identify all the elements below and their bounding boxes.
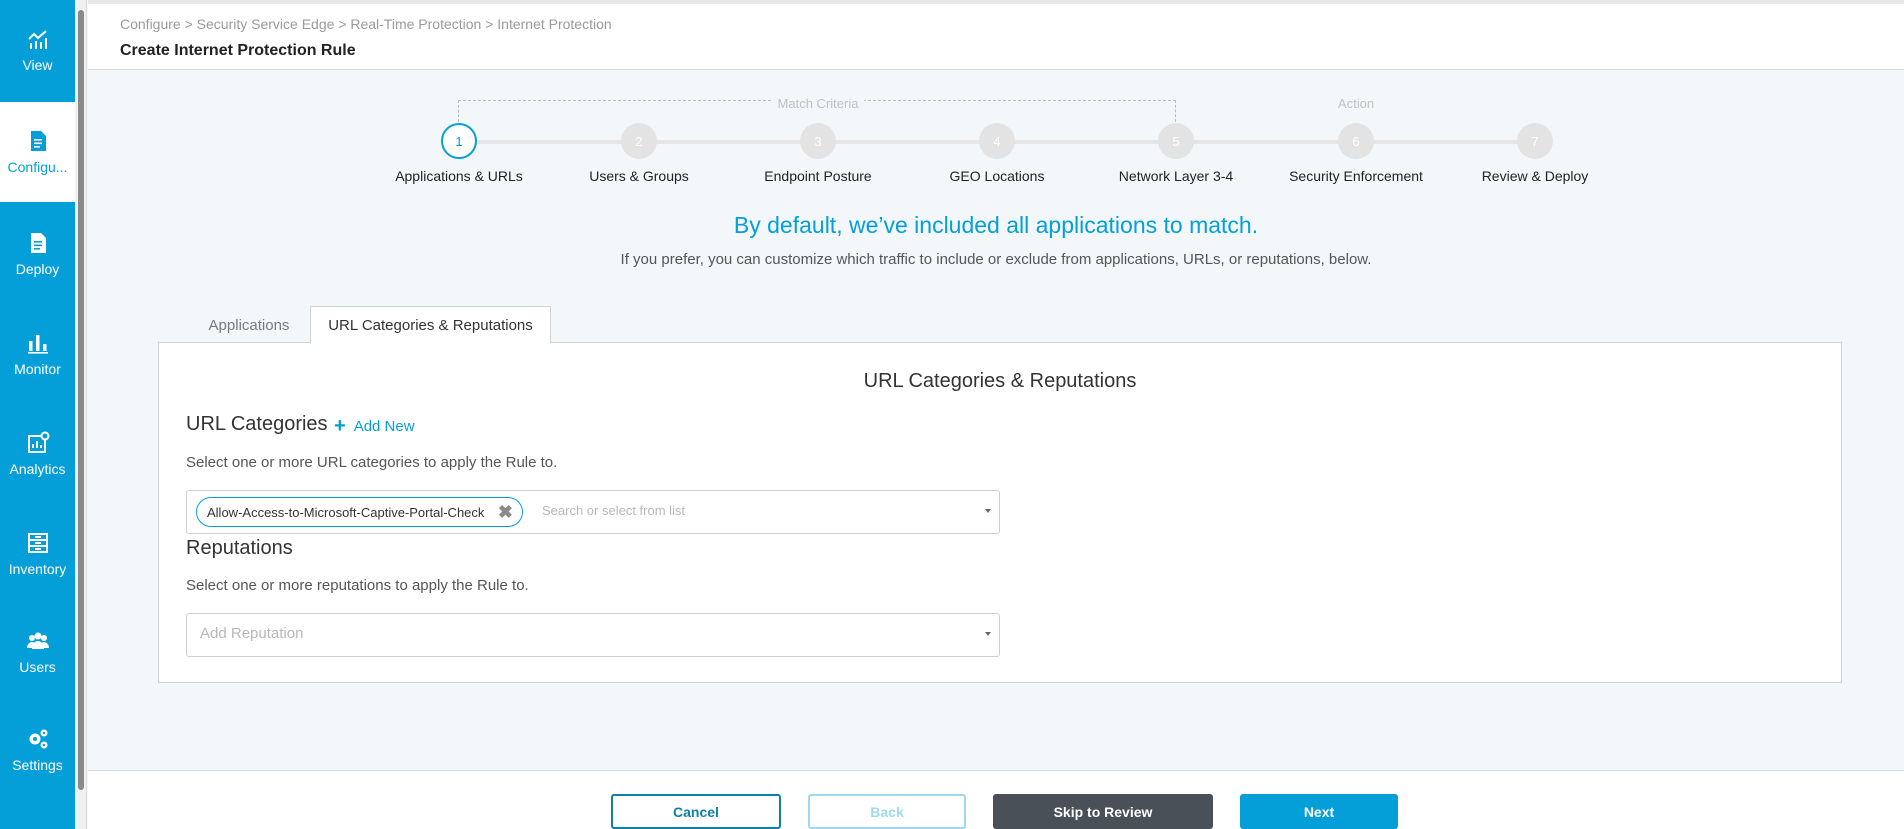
intro-subtitle: If you prefer, you can customize which t… [620, 251, 1372, 268]
panel-title: URL Categories & Reputations [863, 370, 1137, 392]
chevron-down-icon[interactable] [985, 632, 991, 636]
action-label: Action [1331, 96, 1381, 111]
step-applications-urls[interactable]: 1 Applications & URLs [369, 123, 549, 184]
bar-chart-icon [27, 335, 48, 354]
remove-chip-icon[interactable]: ✖ [494, 501, 516, 523]
add-new-url-category-button[interactable]: + Add New [334, 416, 415, 436]
step-label: Network Layer 3-4 [1118, 168, 1234, 184]
sidebar-item-monitor[interactable]: Monitor [0, 304, 75, 404]
step-number: 1 [441, 123, 477, 159]
step-label: Applications & URLs [395, 168, 523, 184]
document-icon [30, 233, 46, 253]
breadcrumb[interactable]: Configure > Security Service Edge > Real… [120, 16, 612, 32]
sidebar-item-analytics[interactable]: Analytics [0, 404, 75, 504]
step-network-layer[interactable]: 5 Network Layer 3-4 [1086, 123, 1266, 184]
back-button[interactable]: Back [808, 794, 966, 829]
step-label: Users & Groups [589, 168, 689, 184]
sidebar-item-deploy[interactable]: Deploy [0, 204, 75, 304]
match-criteria-label: Match Criteria [771, 96, 865, 111]
sidebar-scrollbar[interactable] [75, 0, 87, 829]
step-security-enforcement[interactable]: 6 Security Enforcement [1266, 123, 1446, 184]
sidebar-item-configure[interactable]: Configu... [0, 102, 75, 202]
step-number: 6 [1338, 123, 1374, 159]
sidebar-item-view[interactable]: View [0, 0, 75, 100]
wizard-footer: Cancel Back Skip to Review Next [88, 770, 1904, 829]
sidebar-item-label: Users [19, 659, 56, 675]
step-review-deploy[interactable]: 7 Review & Deploy [1445, 123, 1625, 184]
tab-applications[interactable]: Applications [186, 306, 312, 344]
inventory-icon [27, 533, 48, 553]
sidebar-item-label: View [22, 57, 53, 73]
step-endpoint-posture[interactable]: 3 Endpoint Posture [728, 123, 908, 184]
gear-icon [29, 729, 47, 749]
step-label: Endpoint Posture [764, 168, 872, 184]
wizard-stepper: Match Criteria Action 1 Applications & U… [88, 92, 1904, 192]
page-title: Create Internet Protection Rule [120, 42, 356, 59]
step-number: 7 [1517, 123, 1553, 159]
sidebar-item-label: Configu... [7, 159, 68, 175]
tab-url-categories-reputations[interactable]: URL Categories & Reputations [310, 306, 551, 344]
add-new-label: Add New [353, 417, 415, 435]
step-users-groups[interactable]: 2 Users & Groups [549, 123, 729, 184]
sidebar-item-label: Inventory [8, 561, 67, 577]
url-categories-select[interactable]: Allow-Access-to-Microsoft-Captive-Portal… [186, 490, 1000, 534]
chip-label: Allow-Access-to-Microsoft-Captive-Portal… [207, 504, 485, 520]
step-number: 4 [979, 123, 1015, 159]
url-reputations-panel: URL Categories & Reputations URL Categor… [158, 342, 1842, 683]
reputations-help: Select one or more reputations to apply … [186, 577, 529, 594]
chart-line-icon [27, 30, 47, 49]
url-categories-search-input[interactable] [542, 503, 962, 518]
sidebar-item-label: Deploy [15, 261, 60, 277]
users-icon [26, 632, 49, 649]
reputations-select[interactable] [186, 613, 1000, 657]
step-number: 5 [1158, 123, 1194, 159]
cancel-button[interactable]: Cancel [611, 794, 781, 829]
sidebar-item-label: Settings [12, 757, 63, 773]
step-geo-locations[interactable]: 4 GEO Locations [907, 123, 1087, 184]
sidebar-item-inventory[interactable]: Inventory [0, 504, 75, 604]
sidebar-item-label: Monitor [14, 361, 61, 377]
plus-icon: + [334, 415, 346, 437]
sidebar-item-label: Analytics [9, 461, 66, 477]
analytics-icon [27, 431, 49, 453]
chevron-down-icon[interactable] [985, 509, 991, 513]
url-category-chip: Allow-Access-to-Microsoft-Captive-Portal… [196, 497, 524, 527]
url-categories-help: Select one or more URL categories to app… [186, 454, 558, 471]
step-label: Review & Deploy [1481, 168, 1589, 184]
skip-to-review-button[interactable]: Skip to Review [993, 794, 1213, 829]
scrollbar-thumb[interactable] [78, 10, 84, 790]
sidebar: View Configu... Deploy Monitor Analytics [0, 0, 75, 829]
step-label: GEO Locations [949, 168, 1045, 184]
reputations-heading: Reputations [186, 537, 293, 559]
step-label: Security Enforcement [1289, 168, 1423, 184]
next-button[interactable]: Next [1240, 794, 1398, 829]
step-number: 3 [800, 123, 836, 159]
sidebar-item-settings[interactable]: Settings [0, 700, 75, 800]
url-categories-heading: URL Categories [186, 413, 328, 435]
page-header: Configure > Security Service Edge > Real… [88, 0, 1904, 70]
sidebar-item-users[interactable]: Users [0, 602, 75, 702]
intro-title: By default, we’ve included all applicati… [733, 212, 1259, 238]
step-number: 2 [621, 123, 657, 159]
reputations-input[interactable] [200, 625, 960, 642]
document-icon [30, 131, 46, 151]
